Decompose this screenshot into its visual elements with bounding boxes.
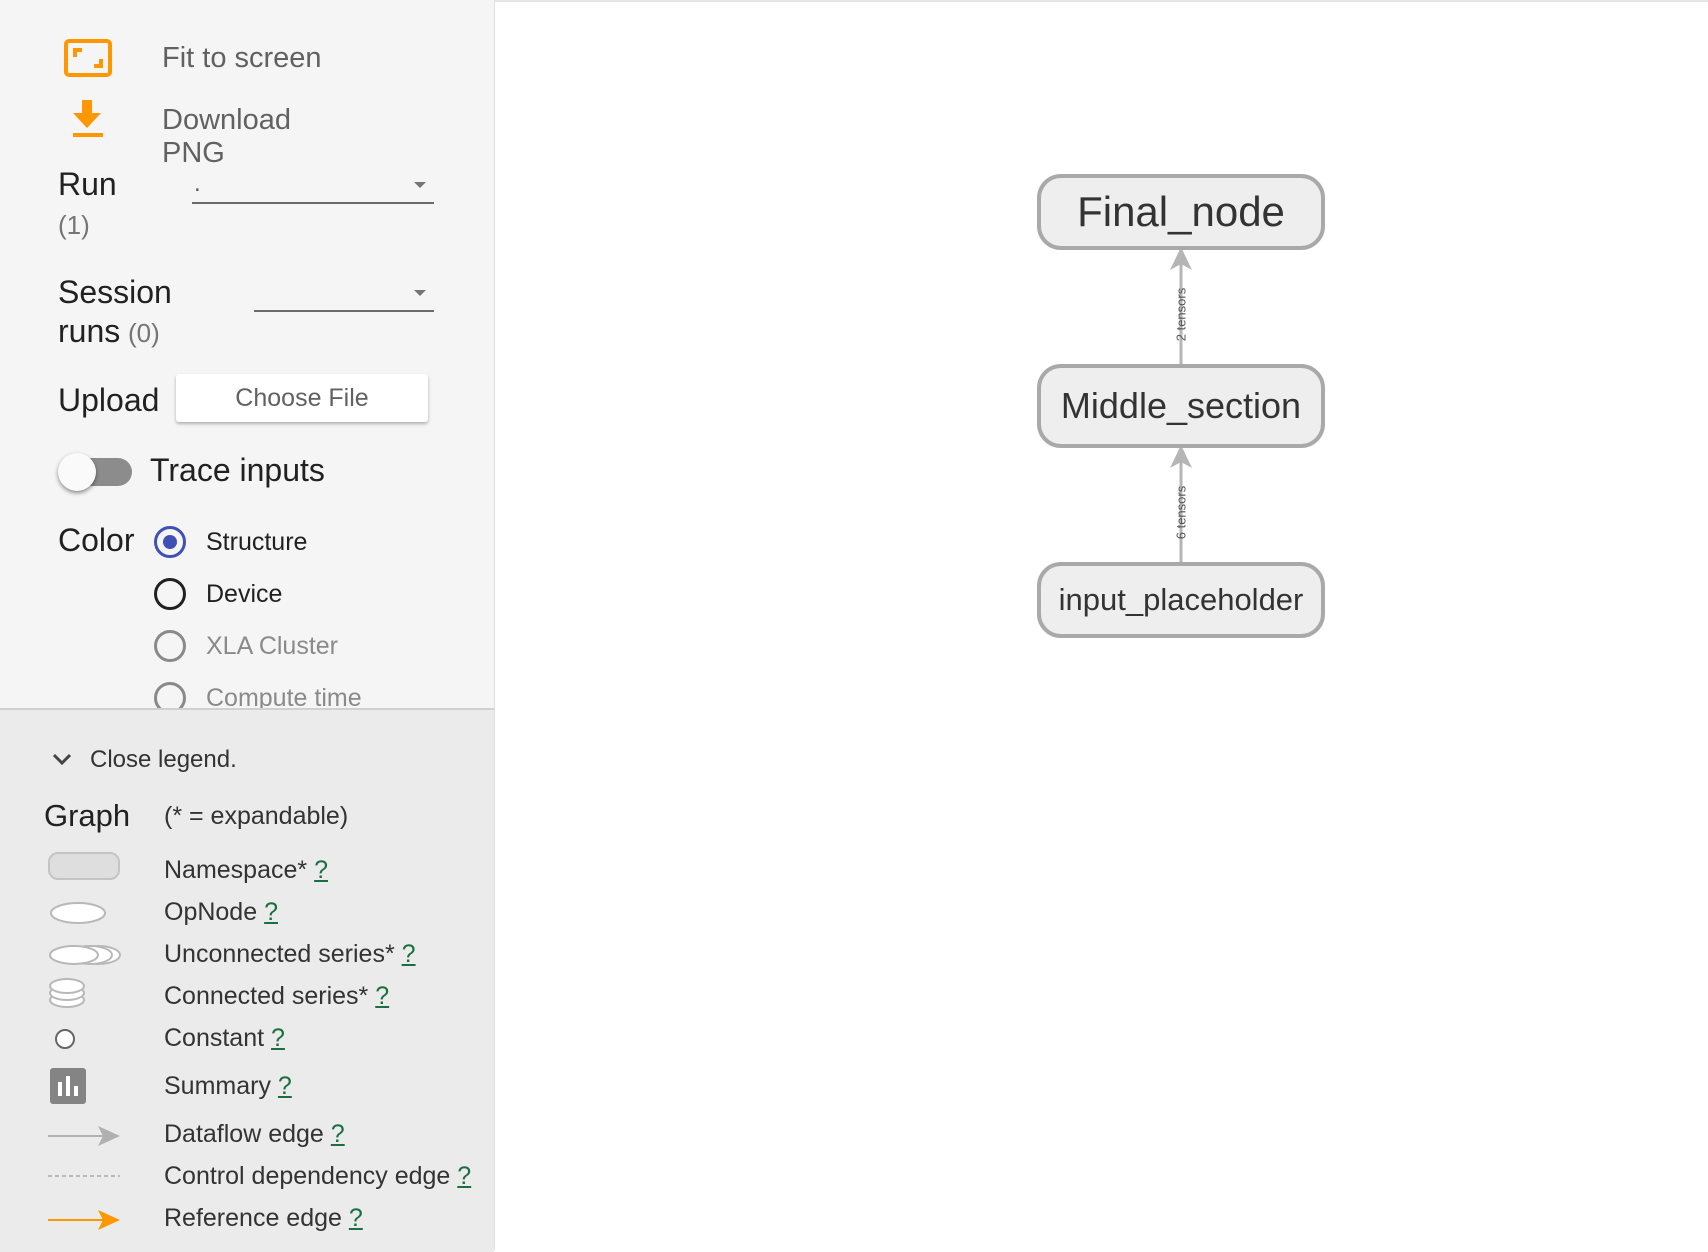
dataflow-edge-icon xyxy=(48,1126,120,1146)
toggle-knob xyxy=(58,453,96,491)
legend-panel: Close legend. Graph (* = expandable) Nam… xyxy=(0,708,494,1252)
session-label-runs: runs xyxy=(58,313,121,349)
legend-label: Connected series* xyxy=(164,982,369,1010)
radio-disabled-icon xyxy=(154,630,186,662)
compute-time-label: Compute time xyxy=(206,684,362,708)
help-link[interactable]: ? xyxy=(278,1072,292,1100)
fit-to-screen-button[interactable]: Fit to screen xyxy=(58,36,348,80)
legend-label: Summary xyxy=(164,1072,271,1100)
legend-item-unconnected-series: Unconnected series* ? xyxy=(164,940,416,969)
download-png-button[interactable]: Download PNG xyxy=(58,96,358,169)
color-option-xla-cluster: XLA Cluster xyxy=(152,628,452,664)
graph-node-middle[interactable]: Middle_section xyxy=(1037,364,1325,448)
sidebar: Fit to screen Download PNG Run (1) . Ses… xyxy=(0,0,495,1252)
chevron-down-icon xyxy=(52,753,72,766)
run-count: (1) xyxy=(58,210,90,240)
help-link[interactable]: ? xyxy=(314,856,328,884)
controls-panel: Fit to screen Download PNG Run (1) . Ses… xyxy=(0,0,494,708)
chevron-down-icon xyxy=(414,290,426,296)
color-option-structure[interactable]: Structure xyxy=(152,524,452,560)
fit-screen-icon xyxy=(64,39,112,77)
legend-item-control-edge: Control dependency edge ? xyxy=(164,1162,471,1191)
session-label: Session xyxy=(58,274,172,310)
color-option-device[interactable]: Device xyxy=(152,576,452,612)
legend-item-reference-edge: Reference edge ? xyxy=(164,1204,363,1233)
color-option-compute-time: Compute time xyxy=(152,680,452,708)
radio-unselected-icon xyxy=(154,578,186,610)
legend-label: OpNode xyxy=(164,898,258,926)
connected-series-icon xyxy=(49,978,85,1008)
legend-item-summary: Summary ? xyxy=(164,1072,292,1101)
help-link[interactable]: ? xyxy=(264,898,278,926)
control-edge-icon xyxy=(48,1175,120,1177)
opnode-icon xyxy=(50,902,106,924)
color-label: Color xyxy=(58,522,135,558)
legend-title: Graph xyxy=(44,798,131,833)
legend-subtitle: (* = expandable) xyxy=(164,802,349,830)
radio-dot xyxy=(163,535,177,549)
graph-canvas[interactable]: 2 tensors 6 tensors Final_node Middle_se… xyxy=(495,2,1708,1250)
trace-inputs-label: Trace inputs xyxy=(150,452,325,488)
session-runs-select[interactable] xyxy=(254,274,434,312)
legend-label: Constant xyxy=(164,1024,265,1052)
edge-label: 6 tensors xyxy=(1173,485,1189,540)
legend-item-namespace: Namespace* ? xyxy=(164,856,328,885)
upload-label: Upload xyxy=(58,382,160,418)
help-link[interactable]: ? xyxy=(271,1024,285,1052)
summary-icon xyxy=(50,1068,86,1104)
legend-label: Control dependency edge xyxy=(164,1162,451,1190)
close-legend-toggle[interactable]: Close legend. xyxy=(50,746,250,776)
legend-item-connected-series: Connected series* ? xyxy=(164,982,389,1011)
node-label: Middle_section xyxy=(1060,385,1302,426)
xla-cluster-label: XLA Cluster xyxy=(206,632,339,660)
run-select[interactable]: . xyxy=(192,166,434,204)
legend-label: Namespace* xyxy=(164,856,308,884)
radio-disabled-icon xyxy=(154,682,186,708)
legend-label: Reference edge xyxy=(164,1204,342,1232)
help-link[interactable]: ? xyxy=(349,1204,363,1232)
fit-to-screen-label: Fit to screen xyxy=(162,42,322,74)
reference-edge-icon xyxy=(48,1210,120,1230)
namespace-icon xyxy=(48,852,120,880)
node-label: Final_node xyxy=(1077,188,1285,235)
download-icon xyxy=(73,100,103,137)
device-label: Device xyxy=(206,580,283,608)
structure-label: Structure xyxy=(206,528,308,556)
help-link[interactable]: ? xyxy=(402,940,416,968)
legend-label: Dataflow edge xyxy=(164,1120,324,1148)
legend-item-opnode: OpNode ? xyxy=(164,898,278,927)
node-label: input_placeholder xyxy=(1058,582,1304,617)
graph-node-input[interactable]: input_placeholder xyxy=(1037,562,1325,638)
legend-label: Unconnected series* xyxy=(164,940,395,968)
graph-node-final[interactable]: Final_node xyxy=(1037,174,1325,250)
edge-label: 2 tensors xyxy=(1173,287,1189,342)
run-label: Run xyxy=(58,166,117,202)
session-count: (0) xyxy=(128,318,160,348)
choose-file-button[interactable]: Choose File xyxy=(176,374,428,422)
legend-item-dataflow-edge: Dataflow edge ? xyxy=(164,1120,345,1149)
constant-icon xyxy=(55,1029,75,1049)
unconnected-series-icon xyxy=(49,945,121,965)
trace-inputs-toggle[interactable] xyxy=(58,452,134,492)
run-select-value: . xyxy=(194,170,201,197)
download-png-label: Download PNG xyxy=(162,104,291,169)
chevron-down-icon xyxy=(414,182,426,188)
help-link[interactable]: ? xyxy=(331,1120,345,1148)
legend-item-constant: Constant ? xyxy=(164,1024,285,1053)
close-legend-label: Close legend. xyxy=(90,746,237,773)
radio-selected-icon xyxy=(154,526,186,558)
help-link[interactable]: ? xyxy=(457,1162,471,1190)
help-link[interactable]: ? xyxy=(375,982,389,1010)
